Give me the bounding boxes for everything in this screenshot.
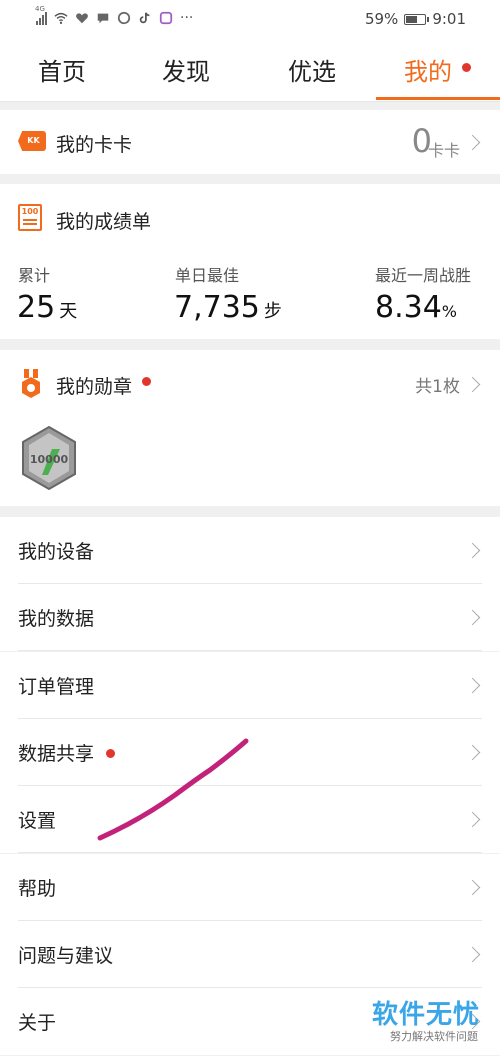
menu-item-label: 订单管理 — [18, 675, 95, 698]
status-icons-left: 4G ··· — [35, 5, 194, 26]
stat-label-best-day: 单日最佳 — [175, 266, 240, 285]
chevron-right-icon — [464, 946, 481, 963]
app-notification-icon — [117, 11, 131, 25]
top-tab-bar: 首页 发现 优选 我的 — [0, 40, 500, 102]
medal-icon — [22, 369, 40, 398]
chevron-right-icon — [464, 744, 481, 761]
scorecard-icon-text: 100 — [21, 207, 39, 216]
watermark-logo-text: 软件无忧 — [371, 1000, 480, 1030]
steps-10000-badge-icon[interactable]: 10000 — [18, 425, 80, 491]
chevron-right-icon — [464, 677, 481, 693]
health-heart-icon — [76, 13, 88, 24]
app-square-icon — [159, 11, 173, 25]
chevron-right-icon — [464, 610, 481, 626]
stat-best-day-unit: 步 — [263, 301, 282, 322]
menu-item-label: 问题与建议 — [18, 944, 114, 967]
tab-featured[interactable]: 优选 — [288, 52, 336, 87]
stat-total-unit: 天 — [59, 301, 78, 322]
medals-notification-dot — [142, 377, 151, 386]
tiktok-icon — [139, 12, 150, 24]
stat-label-weekly-beat: 最近一周战胜 — [375, 266, 472, 285]
active-tab-indicator — [376, 97, 500, 100]
tab-discover[interactable]: 发现 — [162, 52, 210, 87]
menu-item-label: 我的数据 — [18, 608, 95, 631]
data-sharing-notification-dot — [106, 748, 115, 758]
menu-item-label: 关于 — [18, 1012, 57, 1035]
tab-mine[interactable]: 我的 — [404, 52, 452, 87]
stat-weekly-beat: 8.34% — [375, 290, 457, 325]
scorecard-icon: 100 — [18, 204, 42, 231]
menu-item-help[interactable]: 帮助 — [0, 853, 500, 921]
clock: 9:01 — [432, 10, 466, 28]
status-icons-right: 59% 9:01 — [365, 10, 466, 28]
scorecard-title: 我的成绩单 — [56, 211, 152, 233]
stat-total-value: 25 — [17, 290, 56, 325]
stat-weekly-beat-unit: % — [441, 302, 457, 321]
kk-card-icon: KK — [18, 131, 46, 151]
stat-total: 25 天 — [17, 290, 77, 325]
stat-best-day-value: 7,735 — [174, 290, 260, 325]
status-bar: 4G ··· 59% 9:01 — [0, 0, 500, 40]
tab-home[interactable]: 首页 — [38, 52, 86, 87]
message-icon — [97, 13, 109, 24]
chevron-right-icon — [464, 542, 481, 559]
stat-best-day: 7,735 步 — [174, 290, 282, 325]
menu-item-feedback[interactable]: 问题与建议 — [0, 920, 500, 988]
menu-item-settings[interactable]: 设置 — [0, 786, 500, 854]
badge-text: 10000 — [30, 453, 69, 466]
menu-item-label: 数据共享 — [18, 742, 95, 765]
medals-count: 共1枚 — [415, 377, 460, 397]
watermark-tagline: 努力解决软件问题 — [390, 1030, 478, 1043]
menu-item-my-devices[interactable]: 我的设备 — [0, 517, 500, 584]
tab-mine-notification-dot — [462, 63, 471, 72]
menu-item-label: 设置 — [18, 810, 57, 833]
stat-label-total: 累计 — [18, 266, 51, 285]
signal-icon: 4G — [35, 5, 47, 25]
kk-card-unit: 卡卡 — [427, 141, 460, 160]
menu-item-my-data[interactable]: 我的数据 — [0, 584, 500, 652]
menu-item-order-management[interactable]: 订单管理 — [0, 651, 500, 719]
network-type-label: 4G — [35, 5, 45, 13]
menu-item-label: 帮助 — [18, 877, 57, 900]
battery-percent: 59% — [364, 10, 399, 28]
battery-icon — [404, 13, 430, 25]
chevron-right-icon — [464, 879, 481, 895]
wifi-icon — [54, 12, 68, 24]
medals-title: 我的勋章 — [56, 376, 133, 398]
stat-weekly-beat-value: 8.34 — [375, 290, 442, 325]
menu-item-data-sharing[interactable]: 数据共享 — [0, 718, 500, 786]
chevron-right-icon — [464, 811, 481, 828]
kk-card-title: 我的卡卡 — [56, 134, 133, 156]
more-notifications-indicator: ··· — [180, 10, 194, 26]
menu-item-label: 我的设备 — [18, 541, 95, 563]
